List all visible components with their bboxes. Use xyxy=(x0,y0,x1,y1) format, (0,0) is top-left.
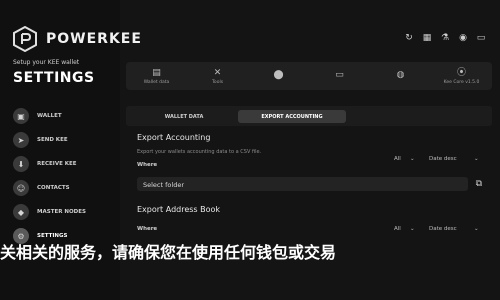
setup-text: Setup your KEE wallet xyxy=(13,59,80,66)
sidebar-item-receive[interactable]: ⬇ RECEIVE KEE xyxy=(13,152,113,176)
sidebar-nav: ▣ WALLET ➤ SEND KEE ⬇ RECEIVE KEE ☺ CONT… xyxy=(13,104,113,248)
subtabs: WALLET DATA EXPORT ACCOUNTING xyxy=(126,106,492,126)
flask-icon[interactable]: ⚗ xyxy=(438,31,452,45)
filter-select[interactable]: All xyxy=(394,226,401,232)
folder-input[interactable]: Select folder ⧉ xyxy=(137,177,482,191)
where-label: Where xyxy=(137,162,158,168)
sidebar-item-label: MASTER NODES xyxy=(37,209,86,215)
grid-icon[interactable]: ▦ xyxy=(420,31,434,45)
core-icon: ⦿ xyxy=(456,67,466,78)
sidebar-item-label: RECEIVE KEE xyxy=(37,161,77,167)
section-title: Export Address Book xyxy=(137,205,221,214)
brand-name: POWERKEE xyxy=(46,31,142,47)
folder-input-value: Select folder xyxy=(143,181,184,189)
chevron-down-icon: ⌄ xyxy=(410,226,415,232)
chevron-down-icon: ⌄ xyxy=(410,156,415,162)
eye-icon[interactable]: ◉ xyxy=(456,31,470,45)
user-icon: ◍ xyxy=(396,70,405,80)
database-icon: ▤ xyxy=(152,67,161,78)
brand: POWERKEE xyxy=(12,26,142,52)
folder-tab-icon: ▭ xyxy=(335,70,344,80)
tab-folder[interactable]: ▭ xyxy=(309,62,370,90)
tab-kee-core[interactable]: ⦿ Kee Core v1.5.0 xyxy=(431,62,492,90)
subtab-export-accounting[interactable]: EXPORT ACCOUNTING xyxy=(238,110,346,123)
sidebar-item-label: CONTACTS xyxy=(37,185,70,191)
sidebar-item-send[interactable]: ➤ SEND KEE xyxy=(13,128,113,152)
subtab-wallet-data[interactable]: WALLET DATA xyxy=(134,110,234,123)
export-accounting-section: Export Accounting Export your wallets ac… xyxy=(126,130,492,200)
section-description: Export your wallets accounting data to a… xyxy=(137,149,262,155)
tab-label: Tools xyxy=(211,79,224,85)
sort-select[interactable]: Date desc xyxy=(429,226,457,232)
chevron-down-icon: ⌄ xyxy=(474,226,479,232)
sidebar-item-wallet[interactable]: ▣ WALLET xyxy=(13,104,113,128)
overlay-text: 关相关的服务，请确保您在使用任何钱包或交易 xyxy=(0,243,337,262)
tab-user[interactable]: ◍ xyxy=(370,62,431,90)
contacts-icon: ☺ xyxy=(13,180,29,196)
page-title: SETTINGS xyxy=(13,70,95,86)
chevron-down-icon: ⌄ xyxy=(474,156,479,162)
sidebar-item-label: WALLET xyxy=(37,113,62,119)
tab-label: Kee Core v1.5.0 xyxy=(443,79,480,85)
sidebar-item-contacts[interactable]: ☺ CONTACTS xyxy=(13,176,113,200)
settings-tabs: ▤ Wallet data ✕ Tools ⬤ ▭ ◍ ⦿ Kee Core v… xyxy=(126,62,492,90)
receive-icon: ⬇ xyxy=(13,156,29,172)
sort-select[interactable]: Date desc xyxy=(429,156,457,162)
filter-select[interactable]: All xyxy=(394,156,401,162)
open-folder-icon[interactable]: ⧉ xyxy=(476,179,482,189)
send-icon: ➤ xyxy=(13,132,29,148)
chart-icon: ⬤ xyxy=(273,70,284,80)
tab-wallet-data[interactable]: ▤ Wallet data xyxy=(126,62,187,90)
refresh-icon[interactable]: ↻ xyxy=(402,31,416,45)
tab-chart[interactable]: ⬤ xyxy=(248,62,309,90)
nodes-icon: ◆ xyxy=(13,204,29,220)
tab-tools[interactable]: ✕ Tools xyxy=(187,62,248,90)
tools-icon: ✕ xyxy=(213,67,222,78)
powerkee-logo-icon xyxy=(13,26,37,52)
section-title: Export Accounting xyxy=(137,133,211,142)
top-toolbar: ↻ ▦ ⚗ ◉ ▭ xyxy=(398,31,488,45)
sidebar-item-label: SEND KEE xyxy=(37,137,68,143)
sidebar-item-master-nodes[interactable]: ◆ MASTER NODES xyxy=(13,200,113,224)
wallet-icon: ▣ xyxy=(13,108,29,124)
tab-label: Wallet data xyxy=(143,79,170,85)
chat-icon[interactable]: ▭ xyxy=(474,31,488,45)
where-label: Where xyxy=(137,226,158,232)
